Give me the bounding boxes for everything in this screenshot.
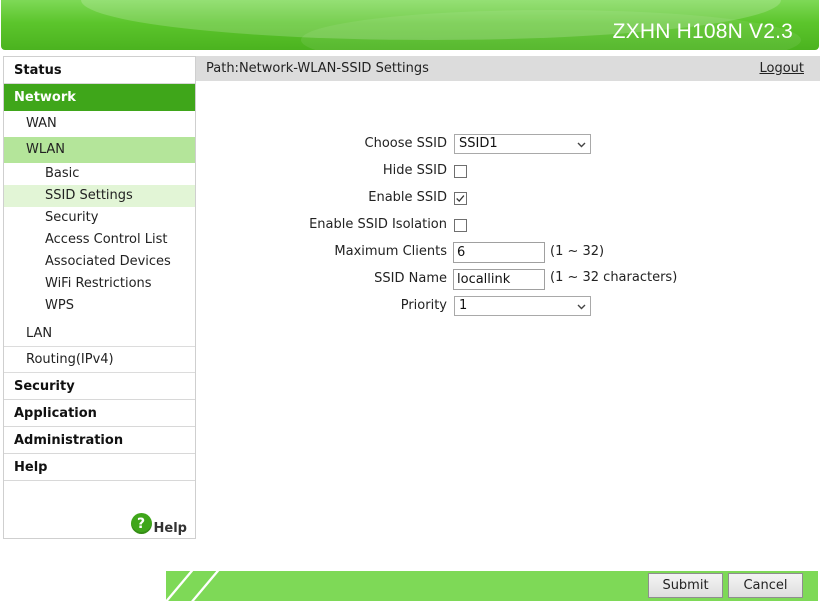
enable-ssid-checkbox[interactable] xyxy=(454,192,467,205)
help-circle-icon[interactable]: ? xyxy=(130,513,152,534)
ssid-name-label: SSID Name xyxy=(374,271,447,286)
check-icon xyxy=(456,195,465,202)
nav-wlan-basic[interactable]: Basic xyxy=(4,163,195,185)
nav-wlan-access-control-list[interactable]: Access Control List xyxy=(4,229,195,251)
chevron-down-icon xyxy=(577,142,586,148)
ssid-name-hint: (1 ~ 32 characters) xyxy=(550,270,678,285)
device-model-title: ZXHN H108N V2.3 xyxy=(612,20,793,43)
ssid-name-input[interactable]: locallink xyxy=(453,269,545,290)
choose-ssid-value: SSID1 xyxy=(459,136,498,151)
nav-wlan-associated-devices[interactable]: Associated Devices xyxy=(4,251,195,273)
nav-application[interactable]: Application xyxy=(4,400,195,427)
submit-button[interactable]: Submit xyxy=(648,573,723,598)
nav-status[interactable]: Status xyxy=(4,57,195,84)
breadcrumb-bar: Path:Network-WLAN-SSID Settings Logout xyxy=(196,56,820,81)
nav-wlan-wps[interactable]: WPS xyxy=(4,295,195,317)
sidebar-help-label[interactable]: Help xyxy=(154,521,187,536)
choose-ssid-label: Choose SSID xyxy=(364,136,447,151)
nav-routing-ipv4[interactable]: Routing(IPv4) xyxy=(4,347,195,373)
footer-slash-decoration xyxy=(166,571,198,601)
hide-ssid-checkbox[interactable] xyxy=(454,165,467,178)
nav-wan[interactable]: WAN xyxy=(4,111,195,137)
max-clients-label: Maximum Clients xyxy=(334,244,447,259)
nav-administration[interactable]: Administration xyxy=(4,427,195,454)
enable-ssid-label: Enable SSID xyxy=(368,190,447,205)
sidebar-help-link[interactable]: ? Help xyxy=(130,511,187,536)
logout-link[interactable]: Logout xyxy=(759,56,804,81)
nav-security[interactable]: Security xyxy=(4,373,195,400)
nav-wlan[interactable]: WLAN xyxy=(4,137,195,163)
max-clients-input[interactable]: 6 xyxy=(453,242,545,263)
max-clients-hint: (1 ~ 32) xyxy=(550,244,605,259)
hide-ssid-label: Hide SSID xyxy=(382,163,447,178)
nav-network[interactable]: Network xyxy=(4,84,195,111)
breadcrumb: Path:Network-WLAN-SSID Settings xyxy=(206,61,429,76)
nav-wlan-ssid-settings[interactable]: SSID Settings xyxy=(4,185,195,207)
cancel-button[interactable]: Cancel xyxy=(728,573,803,598)
nav-help[interactable]: Help xyxy=(4,454,195,481)
sidebar-nav: Status Network WAN WLAN Basic SSID Setti… xyxy=(3,56,196,539)
priority-select[interactable]: 1 xyxy=(454,296,591,316)
priority-value: 1 xyxy=(459,298,468,313)
ssid-isolation-label: Enable SSID Isolation xyxy=(309,217,447,232)
priority-label: Priority xyxy=(400,298,447,313)
header-banner: ZXHN H108N V2.3 xyxy=(1,0,819,50)
nav-wlan-wifi-restrictions[interactable]: WiFi Restrictions xyxy=(4,273,195,295)
choose-ssid-select[interactable]: SSID1 xyxy=(454,134,591,154)
footer-slash-decoration-2 xyxy=(183,571,224,601)
ssid-isolation-checkbox[interactable] xyxy=(454,219,467,232)
nav-wlan-security[interactable]: Security xyxy=(4,207,195,229)
nav-lan[interactable]: LAN xyxy=(4,321,195,347)
chevron-down-icon xyxy=(577,304,586,310)
